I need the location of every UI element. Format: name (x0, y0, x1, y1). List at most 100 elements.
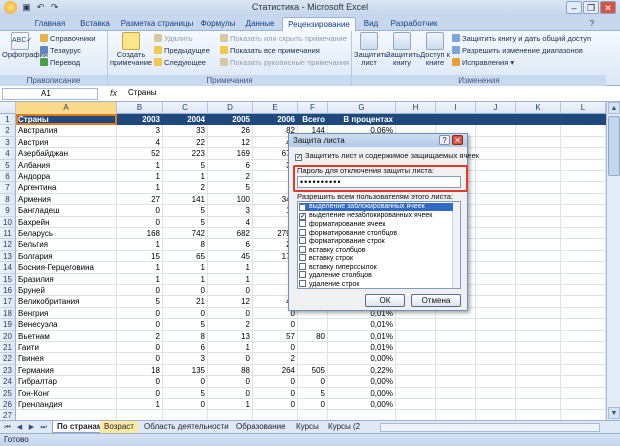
cell[interactable] (476, 250, 516, 263)
cell[interactable] (328, 410, 396, 420)
permission-item[interactable]: ✓ выделение незаблокированных ячеек (299, 212, 453, 220)
cell[interactable] (516, 410, 561, 420)
header-cell[interactable]: 2003 (117, 114, 163, 126)
cell[interactable]: Бельгия (16, 239, 117, 251)
column-header[interactable]: F (298, 102, 328, 114)
cell[interactable]: Гон-Конг (16, 387, 117, 399)
vertical-scrollbar[interactable]: ▲ ▼ (606, 102, 620, 420)
cell[interactable]: 0,00% (328, 399, 396, 411)
cell[interactable]: 682 (208, 228, 253, 240)
cell[interactable]: 3 (163, 353, 208, 365)
cell[interactable] (561, 216, 606, 228)
tab-developer[interactable]: Разработчик (386, 17, 442, 31)
permission-item[interactable]: удаление строк (299, 279, 453, 288)
cell[interactable]: 5 (298, 387, 328, 399)
spelling-button[interactable]: ABC✓ Орфография (2, 32, 48, 59)
cell[interactable] (516, 159, 561, 171)
horizontal-scrollbar[interactable] (380, 423, 600, 432)
cell[interactable]: 6 (208, 239, 253, 251)
cell[interactable]: 88 (208, 364, 253, 377)
password-input[interactable]: •••••••••• (297, 176, 461, 188)
cell[interactable]: 21 (163, 296, 208, 308)
cell[interactable] (561, 182, 606, 194)
tab-formulas[interactable]: Формулы (198, 17, 238, 31)
cell[interactable]: 742 (163, 228, 208, 240)
cell[interactable]: 52 (117, 148, 163, 160)
row-number[interactable]: 1 (0, 114, 16, 126)
cell[interactable] (561, 296, 606, 308)
cell[interactable]: 0,00% (328, 353, 396, 365)
close-icon[interactable]: ✕ (600, 1, 616, 14)
cell[interactable]: 0 (253, 399, 298, 411)
cell[interactable]: 1 (208, 262, 253, 274)
tab-review[interactable]: Рецензирование (282, 17, 356, 31)
cell[interactable]: Великобритания (16, 296, 117, 308)
cell[interactable]: 5 (208, 182, 253, 194)
cell[interactable]: Албания (16, 159, 117, 171)
sheet-tab-education[interactable]: Образование (232, 421, 290, 433)
cell[interactable] (516, 364, 561, 377)
minimize-icon[interactable]: – (566, 1, 582, 14)
cell[interactable]: 2 (163, 182, 208, 194)
cell[interactable] (396, 319, 436, 331)
column-header[interactable]: L (561, 102, 606, 114)
column-header[interactable]: E (253, 102, 298, 114)
cell[interactable]: Аргентина (16, 182, 117, 194)
cell[interactable]: Венесуэла (16, 319, 117, 331)
cell[interactable] (561, 319, 606, 331)
name-box[interactable]: A1 (2, 88, 98, 100)
permission-checkbox[interactable]: ✓ (299, 204, 306, 211)
scroll-up-icon[interactable]: ▲ (608, 102, 620, 114)
header-cell[interactable]: 2004 (163, 114, 208, 126)
cell[interactable]: 0,00% (328, 387, 396, 399)
cell[interactable] (516, 387, 561, 399)
cell[interactable] (516, 399, 561, 411)
cell[interactable]: 0 (117, 216, 163, 228)
cell[interactable]: 0 (117, 285, 163, 297)
cell[interactable]: 2 (208, 319, 253, 331)
cell[interactable]: 0 (253, 387, 298, 399)
scroll-thumb[interactable] (608, 116, 620, 176)
cell[interactable] (561, 205, 606, 217)
permission-item[interactable]: ✓ выделение заблокированных ячеек (299, 203, 453, 212)
show-all-comments-button[interactable]: Показать все примечания (220, 46, 320, 55)
permission-item[interactable]: вставку столбцов (299, 245, 453, 254)
cell[interactable] (163, 410, 208, 420)
cell[interactable]: 15 (117, 250, 163, 263)
cell[interactable] (516, 273, 561, 285)
cell[interactable] (396, 342, 436, 354)
cell[interactable] (476, 353, 516, 365)
cell[interactable]: 45 (208, 250, 253, 263)
cell[interactable]: 505 (298, 364, 328, 377)
cell[interactable]: 5 (117, 296, 163, 308)
cell[interactable] (516, 250, 561, 263)
cell[interactable] (476, 330, 516, 342)
permission-checkbox[interactable]: ✓ (299, 212, 306, 220)
cell[interactable]: Болгария (16, 250, 117, 263)
header-cell[interactable] (561, 114, 606, 126)
cell[interactable]: 100 (208, 193, 253, 206)
cell[interactable]: Бангладеш (16, 205, 117, 217)
row-number[interactable]: 24 (0, 376, 16, 388)
row-number[interactable]: 3 (0, 136, 16, 149)
fx-icon[interactable]: fx (110, 88, 117, 98)
row-number[interactable]: 17 (0, 296, 16, 308)
permission-checkbox[interactable] (299, 254, 306, 261)
cell[interactable] (561, 136, 606, 149)
cell[interactable]: 4 (117, 136, 163, 149)
header-cell[interactable]: Страны (16, 114, 117, 126)
cell[interactable] (561, 125, 606, 137)
cell[interactable] (396, 410, 436, 420)
cell[interactable] (516, 216, 561, 228)
ok-button[interactable]: ОК (365, 294, 405, 307)
cell[interactable] (436, 330, 476, 342)
cell[interactable]: 0 (117, 342, 163, 354)
cell[interactable] (436, 399, 476, 411)
cell[interactable]: 5 (163, 319, 208, 331)
header-cell[interactable] (476, 114, 516, 126)
tab-page-layout[interactable]: Разметка страницы (120, 17, 194, 31)
column-header[interactable]: K (516, 102, 561, 114)
permission-checkbox[interactable] (299, 237, 306, 244)
cell[interactable] (476, 205, 516, 217)
row-number[interactable]: 11 (0, 228, 16, 240)
